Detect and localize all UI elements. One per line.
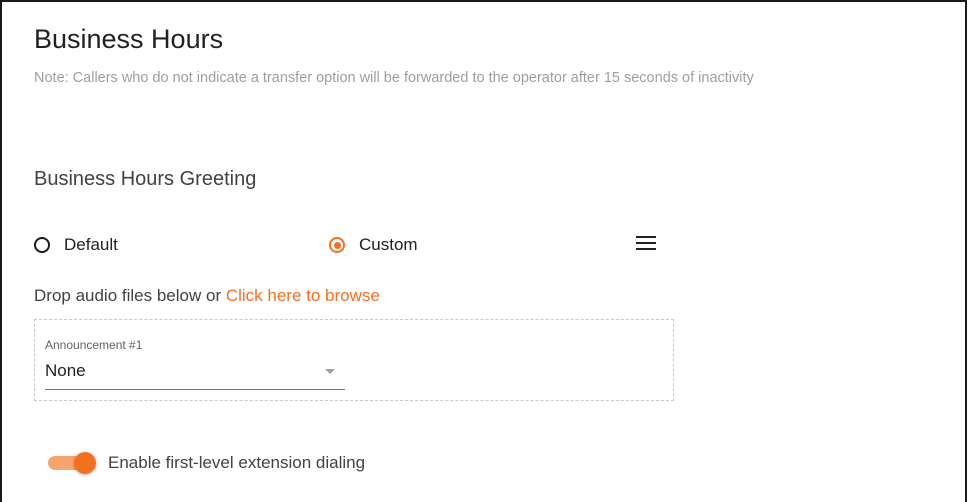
select-underline <box>45 389 345 390</box>
greeting-custom-radio[interactable]: Custom <box>329 233 418 257</box>
toggle-thumb <box>74 452 96 474</box>
drop-audio-text: Drop audio files below or Click here to … <box>34 286 380 306</box>
inactivity-note: Note: Callers who do not indicate a tran… <box>34 70 754 86</box>
greeting-default-radio[interactable]: Default <box>34 233 118 257</box>
extension-dialing-label: Enable first-level extension dialing <box>108 453 366 472</box>
announcement-value: None <box>45 361 86 380</box>
radio-label-default: Default <box>64 235 118 254</box>
radio-label-custom: Custom <box>359 235 418 254</box>
drop-audio-prompt: Drop audio files below or <box>34 286 226 305</box>
extension-dialing-toggle[interactable] <box>48 452 96 474</box>
page-title: Business Hours <box>34 24 224 54</box>
greeting-section-title: Business Hours Greeting <box>34 168 257 190</box>
announcement-label: Announcement #1 <box>45 338 143 352</box>
audio-drop-zone[interactable]: Announcement #1 None <box>34 319 674 401</box>
dropdown-arrow-icon <box>325 369 335 374</box>
hamburger-menu-icon[interactable] <box>636 236 656 251</box>
radio-unchecked-icon <box>34 237 50 253</box>
browse-link[interactable]: Click here to browse <box>226 286 380 305</box>
radio-checked-icon <box>329 237 345 253</box>
announcement-select[interactable]: Announcement #1 None <box>45 334 345 390</box>
